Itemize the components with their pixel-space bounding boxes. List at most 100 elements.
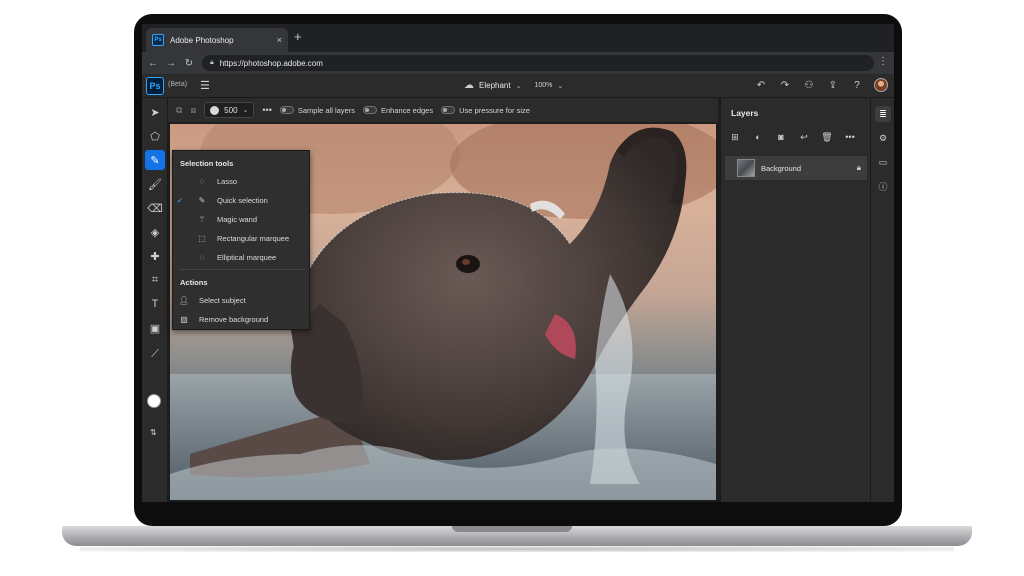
selection-tools-header: Selection tools	[180, 159, 234, 168]
new-tab-icon[interactable]: +	[294, 30, 302, 44]
use-pressure-toggle[interactable]: Use pressure for size	[441, 106, 530, 115]
menu-item-remove-background[interactable]: ▨ Remove background	[173, 311, 309, 327]
layers-toolbar: ⊞ ◐ ◙ ↩ 🗑︎ •••	[729, 132, 856, 143]
eyedropper-tool-icon[interactable]: ⟋	[145, 344, 165, 364]
browser-tab[interactable]: Ps Adobe Photoshop ×	[146, 28, 288, 52]
browser-tab-bar: Ps Adobe Photoshop × +	[142, 24, 894, 52]
chevron-down-icon: ⌄	[515, 82, 522, 90]
elliptical-marquee-icon: ◌	[199, 252, 205, 262]
back-icon[interactable]: ←	[144, 58, 162, 69]
lock-icon[interactable]: 🔒︎	[857, 163, 861, 173]
tools-panel: ➤ ⬠ ✎ 🖌︎ ⌫ ◈ ✚ ⌗ T ▣ ⟋ ⇅	[142, 98, 168, 502]
url-text: https://photoshop.adobe.com	[219, 58, 323, 68]
document-title[interactable]: ☁ Elephant ⌄ 100% ⌄	[464, 80, 563, 91]
clipping-mask-icon[interactable]: ↩	[798, 132, 810, 143]
sample-all-layers-toggle[interactable]: Sample all layers	[279, 106, 355, 115]
toggle-label: Use pressure for size	[459, 105, 530, 115]
person-icon: 👤︎	[178, 295, 190, 305]
tool-options-bar: ⧉ ⧈ 500 ⌄ ••• Sample all layers Enhance …	[168, 98, 718, 122]
lasso-icon: ◌	[199, 176, 205, 186]
image-icon: ▨	[180, 314, 188, 324]
enhance-edges-toggle[interactable]: Enhance edges	[362, 106, 433, 115]
forward-icon[interactable]: →	[162, 58, 180, 69]
selection-tools-menu: Selection tools ◌ Lasso ✓ ✎ Quick select…	[172, 150, 310, 330]
type-tool-icon[interactable]: T	[145, 294, 165, 314]
brush-preview-icon	[210, 105, 220, 115]
more-options-icon[interactable]: •••	[262, 105, 271, 115]
toggle-switch[interactable]	[279, 106, 294, 114]
eraser-tool-icon[interactable]: ⌫	[145, 198, 165, 218]
document-name: Elephant	[479, 81, 511, 90]
redo-icon[interactable]: ↷	[778, 80, 792, 91]
brush-tool-icon[interactable]: 🖌︎	[145, 174, 165, 194]
magic-wand-icon: ⚚	[198, 214, 206, 224]
panel-switcher: ≣ ⚙ ▭ ⓘ	[870, 98, 894, 502]
menu-item-label: Lasso	[217, 176, 238, 186]
rectangular-marquee-icon: ⬚	[198, 233, 206, 243]
help-icon[interactable]: ?	[850, 80, 864, 91]
menu-divider	[179, 269, 305, 270]
swap-colors-icon[interactable]: ⇅	[150, 428, 157, 437]
menu-item-label: Magic wand	[217, 214, 258, 224]
menu-item-rectangular-marquee[interactable]: ⬚ Rectangular marquee	[173, 230, 309, 246]
foreground-color-swatch[interactable]	[147, 394, 161, 408]
lock-icon: 🔒︎	[210, 59, 214, 66]
menu-item-lasso[interactable]: ◌ Lasso	[173, 173, 309, 189]
menu-item-label: Quick selection	[217, 195, 268, 205]
menu-item-quick-selection[interactable]: ✓ ✎ Quick selection	[173, 192, 309, 208]
delete-layer-icon[interactable]: 🗑︎	[821, 132, 833, 143]
actions-header: Actions	[180, 278, 208, 287]
add-selection-icon[interactable]: ⧈	[190, 105, 196, 116]
quick-selection-tool-icon[interactable]: ✎	[145, 150, 165, 170]
photoshop-logo: Ps	[146, 77, 164, 95]
menu-item-magic-wand[interactable]: ⚚ Magic wand	[173, 211, 309, 227]
chevron-down-icon: ⌄	[242, 107, 249, 114]
tab-title: Adobe Photoshop	[170, 35, 234, 45]
menu-item-label: Elliptical marquee	[217, 252, 277, 262]
layer-mask-icon[interactable]: ◙	[775, 132, 787, 143]
new-selection-icon[interactable]: ⧉	[176, 105, 182, 116]
cloud-icon: ☁	[464, 80, 474, 91]
zoom-level[interactable]: 100%	[534, 82, 552, 89]
screen: Ps Adobe Photoshop × + ← → ↻ 🔒︎ https://…	[142, 24, 894, 502]
header-actions: ↶ ↷ ⚇ ⇪ ?	[754, 78, 888, 92]
brush-size-dropdown[interactable]: 500 ⌄	[204, 102, 255, 118]
menu-item-label: Remove background	[199, 314, 269, 324]
toggle-switch[interactable]	[441, 106, 456, 114]
healing-tool-icon[interactable]: ✚	[145, 246, 165, 266]
layer-thumbnail	[737, 159, 755, 177]
move-tool-icon[interactable]: ➤	[145, 102, 165, 122]
layers-panel: Layers ⊞ ◐ ◙ ↩ 🗑︎ ••• Background 🔒︎	[720, 98, 870, 502]
menu-item-elliptical-marquee[interactable]: ◌ Elliptical marquee	[173, 249, 309, 265]
beta-label: (Beta)	[168, 81, 188, 88]
invite-icon[interactable]: ⚇	[802, 80, 816, 91]
layer-row-background[interactable]: Background 🔒︎	[725, 156, 867, 180]
reload-icon[interactable]: ↻	[180, 58, 198, 69]
comments-panel-icon[interactable]: ▭	[875, 154, 891, 170]
browser-menu-icon[interactable]: ⋮	[878, 56, 888, 67]
chevron-down-icon: ⌄	[557, 82, 564, 90]
crop-tool-icon[interactable]: ⌗	[145, 270, 165, 290]
layers-panel-icon[interactable]: ≣	[875, 106, 891, 122]
quick-selection-icon: ✎	[198, 195, 206, 205]
share-icon[interactable]: ⇪	[826, 80, 840, 91]
toggle-switch[interactable]	[362, 106, 377, 114]
adjustment-layer-icon[interactable]: ◐	[752, 132, 764, 143]
undo-icon[interactable]: ↶	[754, 80, 768, 91]
check-icon: ✓	[176, 195, 184, 205]
menu-item-label: Rectangular marquee	[217, 233, 290, 243]
paint-bucket-tool-icon[interactable]: ◈	[145, 222, 165, 242]
info-panel-icon[interactable]: ⓘ	[875, 178, 891, 194]
properties-panel-icon[interactable]: ⚙	[875, 130, 891, 146]
transform-tool-icon[interactable]: ⬠	[145, 126, 165, 146]
add-layer-icon[interactable]: ⊞	[729, 132, 741, 143]
hamburger-menu-icon[interactable]: ☰	[200, 79, 210, 92]
url-field[interactable]: 🔒︎ https://photoshop.adobe.com	[202, 55, 874, 71]
avatar[interactable]	[874, 78, 888, 92]
menu-item-select-subject[interactable]: 👤︎ Select subject	[173, 292, 309, 308]
image-tool-icon[interactable]: ▣	[145, 318, 165, 338]
tab-close-icon[interactable]: ×	[277, 35, 282, 45]
more-options-icon[interactable]: •••	[844, 132, 856, 143]
brush-size-value: 500	[224, 105, 238, 115]
menu-item-label: Select subject	[199, 295, 246, 305]
